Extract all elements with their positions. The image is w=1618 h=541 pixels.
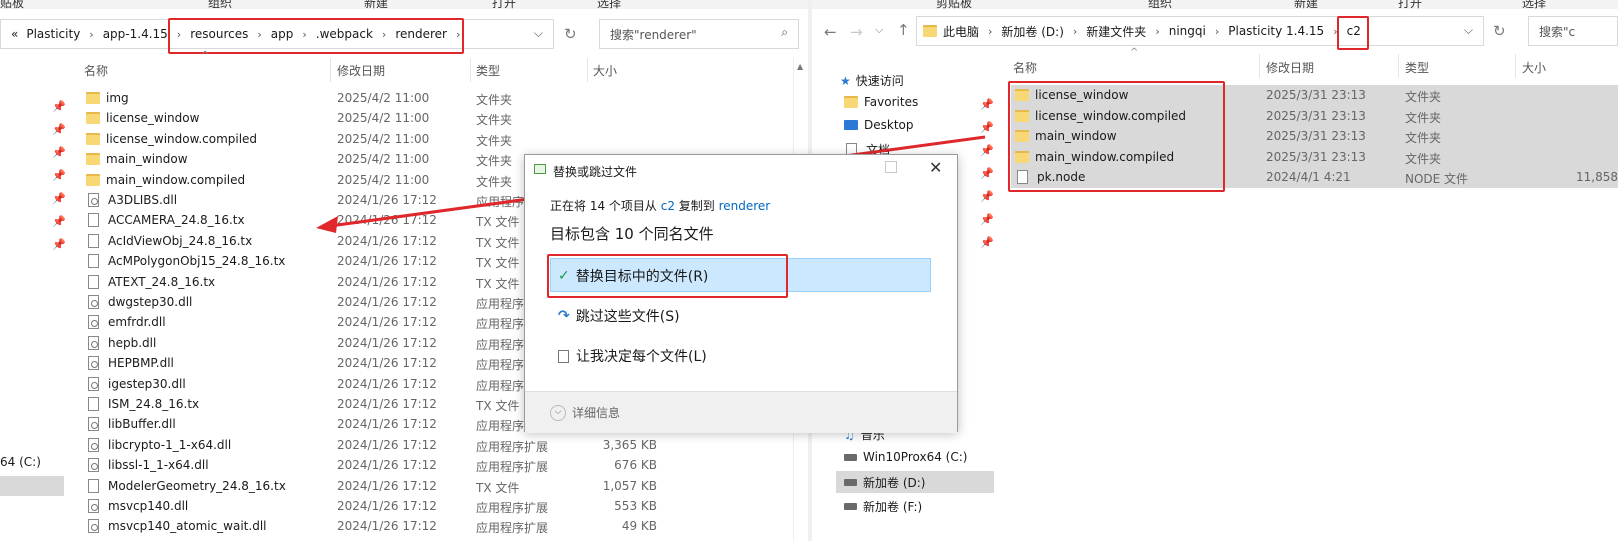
more-details-toggle[interactable]: ⌵ 详细信息 — [550, 404, 620, 421]
decide-each-option[interactable]: 让我决定每个文件(L) — [558, 346, 707, 366]
replace-or-skip-dialog: 替换或跳过文件 ✕ 正在将 14 个项目从 c2 复制到 renderer 目标… — [524, 154, 958, 433]
desc-prefix: 正在将 14 个项目从 — [550, 199, 661, 213]
skip-files-option[interactable]: ↷ 跳过这些文件(S) — [558, 306, 680, 326]
dialog-heading: 目标包含 10 个同名文件 — [550, 225, 714, 243]
copy-description: 正在将 14 个项目从 c2 复制到 renderer — [550, 197, 770, 214]
target-link[interactable]: renderer — [719, 199, 771, 213]
dialog-title: 替换或跳过文件 — [553, 165, 638, 179]
arrow-head — [316, 216, 338, 233]
close-icon[interactable]: ✕ — [929, 158, 942, 177]
highlight-replace-option — [547, 254, 788, 298]
dialog-title-bar: 替换或跳过文件 ✕ — [525, 155, 957, 185]
option-label: 让我决定每个文件(L) — [576, 349, 707, 365]
details-label: 详细信息 — [572, 406, 621, 420]
chevron-down-icon: ⌵ — [550, 404, 566, 421]
desc-mid: 复制到 — [674, 199, 719, 213]
compare-icon — [558, 349, 569, 363]
option-label: 跳过这些文件(S) — [575, 309, 680, 325]
dialog-footer: ⌵ 详细信息 — [525, 391, 957, 433]
maximize-icon — [885, 161, 897, 173]
source-link[interactable]: c2 — [661, 199, 675, 213]
skip-icon: ↷ — [558, 308, 570, 324]
copy-icon — [534, 164, 546, 174]
